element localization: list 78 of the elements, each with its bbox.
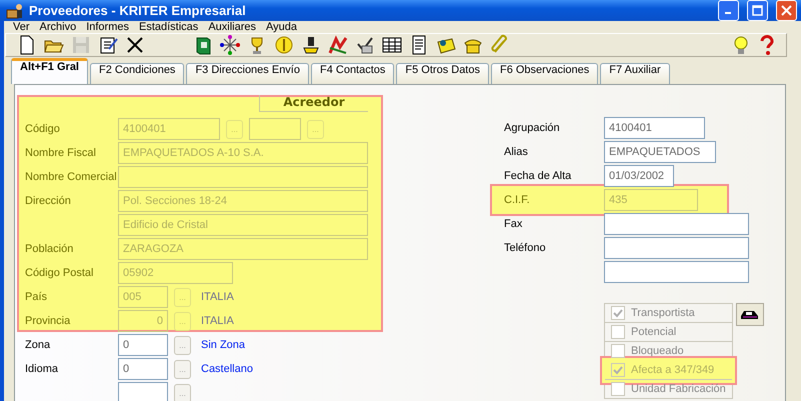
lookup-button[interactable]: ... [226,120,243,138]
minimize-button[interactable] [718,0,739,21]
chart-icon[interactable] [327,34,349,56]
check-icon [612,364,624,376]
tab[interactable]: F5 Otros Datos [396,63,489,84]
menu-item[interactable]: Ayuda [261,21,302,33]
menu-item[interactable]: Informes [81,21,134,33]
field-label: Fax [504,218,524,230]
tab[interactable]: F4 Contactos [310,63,394,84]
text-field[interactable]: ZARAGOZA [118,238,368,260]
text-field[interactable]: 4100401 [118,118,220,140]
field-label: Dirección [25,195,72,207]
close-icon [781,5,792,16]
text-field[interactable]: 05902 [118,262,233,284]
text-field[interactable] [249,118,301,140]
field-label: Teléfono [504,242,547,254]
field-label: Fecha de Alta [504,170,572,182]
lookup-button[interactable]: ... [307,120,324,138]
field-label: Nombre Comercial [25,171,118,183]
field-description: ITALIA [201,291,234,303]
network-icon[interactable] [219,34,241,56]
checkbox[interactable]: Transportista [605,304,732,323]
menu-item[interactable]: Auxiliares [203,21,261,33]
field-label: Provincia [25,315,72,327]
field-description: ITALIA [201,315,234,327]
lookup-button[interactable]: ... [174,360,191,378]
car-button[interactable] [736,303,764,326]
text-field[interactable]: 005 [118,286,168,308]
field-label: Nombre Fiscal [25,147,97,159]
menu-item[interactable]: Estadísticas [134,21,204,33]
field-label: País [25,291,48,303]
field-label: Código Postal [25,267,94,279]
text-field[interactable] [118,166,368,188]
tab[interactable]: Alt+F1 Gral [11,58,88,84]
section-header: Acreedor [259,95,368,112]
text-field[interactable]: 0 [118,358,168,380]
lookup-button[interactable]: ... [174,312,191,330]
maximize-icon [752,5,763,16]
field-label: Población [25,243,74,255]
field-label: Código [25,123,61,135]
app-icon [6,2,24,20]
text-field[interactable] [604,213,749,235]
field-label: C.I.F. [504,194,531,206]
lookup-button[interactable]: ... [174,288,191,306]
field-label: Zona [25,339,52,351]
tab[interactable]: F2 Condiciones [90,63,184,84]
field-label: Agrupación [504,122,561,134]
coin-icon[interactable] [273,34,295,56]
text-field[interactable]: 435 [604,189,698,211]
text-field[interactable]: 0 [118,310,168,332]
tab[interactable]: F7 Auxiliar [600,63,670,84]
text-field[interactable]: Edificio de Cristal [118,214,368,236]
lookup-button[interactable]: ... [174,384,191,401]
checkbox[interactable]: Potencial [605,323,732,342]
text-field[interactable]: 4100401 [604,117,705,139]
maximize-button[interactable] [747,0,768,21]
menu-item[interactable]: Ver [8,21,35,33]
close-button[interactable] [776,0,797,21]
menu-item[interactable]: Archivo [34,21,82,33]
text-field[interactable] [118,382,168,401]
text-field[interactable] [604,261,749,283]
tab[interactable]: F3 Direcciones Envío [186,63,309,84]
text-field[interactable]: Pol. Secciones 18-24 [118,190,368,212]
window-title: Proveedores - KRITER Empresarial [29,3,247,18]
text-field[interactable] [604,237,749,259]
field-label: Alias [504,146,529,158]
check-icon [612,307,624,319]
text-field[interactable]: EMPAQUETADOS [604,141,716,163]
car-icon [740,308,760,320]
field-label: Idioma [25,363,60,375]
field-description: Castellano [201,363,253,375]
text-field[interactable]: 0 [118,334,168,356]
text-field[interactable]: EMPAQUETADOS A-10 S.A. [118,142,368,164]
text-field[interactable]: 01/03/2002 [604,165,674,187]
field-description: Sin Zona [201,339,246,351]
tab[interactable]: F6 Observaciones [490,63,598,84]
checkbox[interactable]: Unidad Fabricación [605,380,732,399]
lookup-button[interactable]: ... [174,336,191,354]
